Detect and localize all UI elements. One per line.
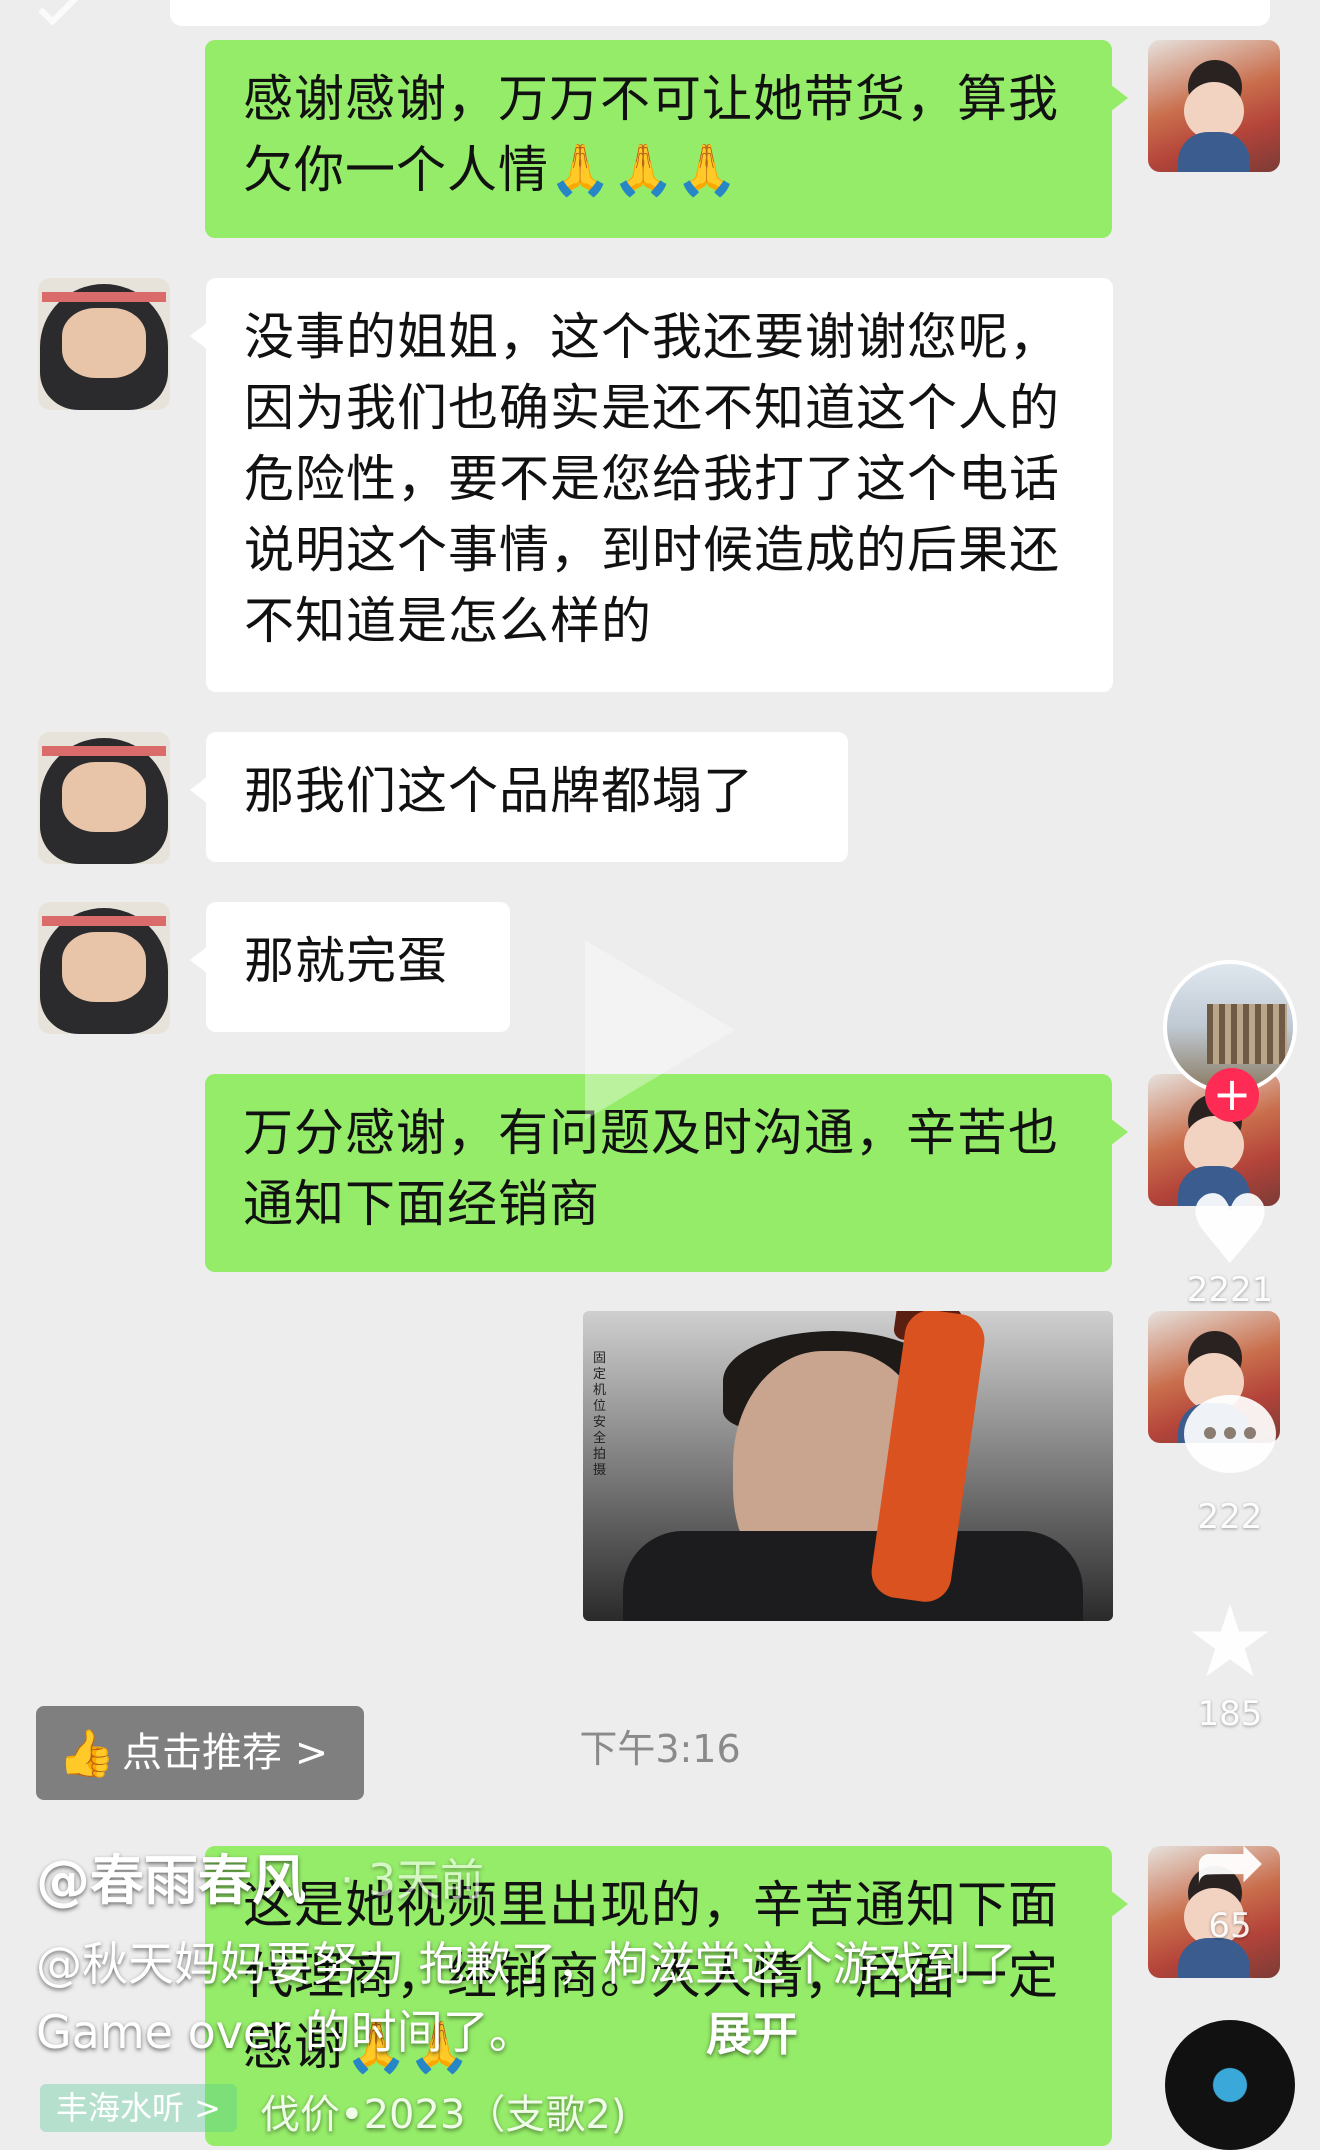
thumbs-up-icon: 👍 — [58, 1726, 116, 1780]
comment-count: 222 — [1197, 1497, 1263, 1537]
music-disc-icon[interactable] — [1165, 2020, 1295, 2150]
author-name[interactable]: @春雨春风 — [36, 1836, 306, 1915]
post-time: · 3天前 — [340, 1855, 484, 1906]
music-title[interactable]: 伐价•2023（支歌2) — [260, 2082, 626, 2140]
message-bubble-received[interactable]: 没事的姐姐，这个我还要谢谢您呢，因为我们也确实是还不知道这个人的危险性，要不是您… — [190, 278, 1113, 692]
favorite-count: 185 — [1197, 1694, 1263, 1734]
share-button[interactable]: ➦ 65 — [1180, 1812, 1280, 1946]
video-message-thumbnail[interactable]: 固定机位 安全拍摄 — [583, 1311, 1113, 1621]
follow-plus-icon[interactable]: + — [1205, 1068, 1259, 1122]
heart-icon: ♥ — [1186, 1174, 1274, 1286]
star-icon: ★ — [1185, 1583, 1275, 1700]
back-arrow-icon[interactable] — [38, 0, 78, 26]
topic-tag[interactable]: 丰海水听 > — [40, 2084, 237, 2132]
message-bubble-received[interactable]: 那就完蛋 — [190, 902, 510, 1032]
contact-avatar[interactable] — [38, 902, 170, 1034]
partial-bubble-top — [170, 0, 1270, 26]
recommend-label: 点击推荐 > — [122, 1730, 329, 1776]
recommend-button[interactable]: 👍 点击推荐 > — [36, 1706, 364, 1800]
like-button[interactable]: ♥ 2221 — [1180, 1180, 1280, 1310]
share-arrow-icon: ➦ — [1193, 1812, 1267, 1912]
topic-tag-label: 丰海水听 > — [56, 2089, 221, 2127]
video-watermark: 固定机位 安全拍摄 — [593, 1351, 607, 1478]
comment-icon — [1184, 1395, 1276, 1473]
message-bubble-sent[interactable]: 感谢感谢，万万不可让她带货，算我欠你一个人情🙏🙏🙏 — [205, 40, 1128, 238]
video-description: @秋天妈妈要努力 抱歉了，枸滋堂这个游戏到了 Game over 的时间了。 — [36, 1937, 1017, 2059]
comment-button[interactable]: 222 — [1180, 1395, 1280, 1537]
like-count: 2221 — [1186, 1270, 1274, 1310]
my-avatar[interactable] — [1148, 40, 1280, 172]
favorite-button[interactable]: ★ 185 — [1180, 1583, 1280, 1735]
share-count: 65 — [1208, 1906, 1252, 1946]
contact-avatar[interactable] — [38, 732, 170, 864]
message-bubble-received[interactable]: 那我们这个品牌都塌了 — [190, 732, 848, 862]
contact-avatar[interactable] — [38, 278, 170, 410]
play-icon[interactable] — [585, 940, 735, 1120]
expand-link[interactable]: 展开 — [706, 1998, 798, 2064]
